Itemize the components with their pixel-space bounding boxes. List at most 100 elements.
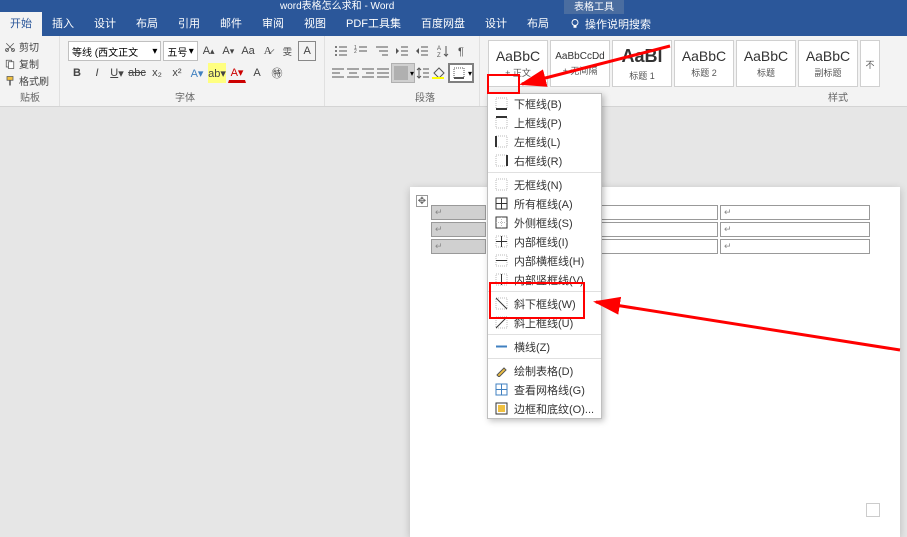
indent-dec-button[interactable]	[392, 41, 411, 61]
border-menu-inside-h[interactable]: 内部横框线(H)	[488, 251, 601, 270]
border-menu-inside-v[interactable]: 内部竖框线(V)	[488, 270, 601, 289]
svg-text:Z: Z	[437, 53, 441, 58]
ribbon: 剪切 复制 格式刷 贴板 等线 (西文正文▾ 五号▾ A▴ A▾ Aa A̷ 雯…	[0, 36, 907, 107]
tab-review[interactable]: 审阅	[252, 12, 294, 36]
phonetic-button[interactable]: 雯	[279, 41, 297, 61]
change-case-button[interactable]: Aa	[239, 41, 257, 61]
border-menu-grid[interactable]: 查看网格线(G)	[488, 380, 601, 399]
all-icon	[494, 197, 508, 211]
align-right-button[interactable]	[361, 63, 375, 83]
multilevel-button[interactable]	[372, 41, 391, 61]
tell-me-search[interactable]: 操作说明搜索	[559, 16, 651, 32]
numbering-button[interactable]: 12	[351, 41, 370, 61]
shading-button[interactable]: ▾	[391, 63, 415, 83]
style-heading1[interactable]: AaBl标题 1	[612, 40, 672, 87]
shading-color-button[interactable]	[431, 63, 445, 83]
sort-button[interactable]: AZ	[433, 41, 452, 61]
tab-home[interactable]: 开始	[0, 12, 42, 36]
char-shading-button[interactable]: A	[248, 63, 266, 83]
top-icon	[494, 116, 508, 130]
italic-button[interactable]: I	[88, 63, 106, 83]
enclose-button[interactable]: ㊕	[268, 63, 286, 83]
border-menu-hline[interactable]: 横线(Z)	[488, 337, 601, 356]
style-heading2[interactable]: AaBbC标题 2	[674, 40, 734, 87]
grid-icon	[494, 383, 508, 397]
table-cell[interactable]: ↵	[431, 222, 486, 237]
svg-text:¶: ¶	[458, 46, 464, 58]
sort-icon: AZ	[436, 44, 450, 58]
copy-button[interactable]: 复制	[4, 55, 55, 72]
strike-button[interactable]: abc	[128, 63, 146, 83]
border-menu-draw[interactable]: 绘制表格(D)	[488, 361, 601, 380]
underline-button[interactable]: U▾	[108, 63, 126, 83]
align-center-button[interactable]	[346, 63, 360, 83]
tab-baidu[interactable]: 百度网盘	[411, 12, 475, 36]
para-marker-icon	[866, 503, 880, 517]
cut-button[interactable]: 剪切	[4, 38, 55, 55]
diag-down-icon	[494, 297, 508, 311]
shading-icon	[494, 402, 508, 416]
border-menu-all[interactable]: 所有框线(A)	[488, 194, 601, 213]
tab-pdf[interactable]: PDF工具集	[336, 12, 411, 36]
hline-icon	[494, 340, 508, 354]
tab-design[interactable]: 设计	[84, 12, 126, 36]
format-painter-button[interactable]: 格式刷	[4, 72, 55, 89]
table-move-handle[interactable]: ✥	[416, 195, 428, 207]
border-menu-outside[interactable]: 外侧框线(S)	[488, 213, 601, 232]
style-subtitle[interactable]: AaBbC副标题	[798, 40, 858, 87]
superscript-button[interactable]: x²	[168, 63, 186, 83]
borders-dropdown-button[interactable]: ▾	[448, 63, 474, 83]
indent-inc-button[interactable]	[413, 41, 432, 61]
border-menu-left[interactable]: 左框线(L)	[488, 132, 601, 151]
char-border-button[interactable]: A	[298, 41, 316, 61]
show-marks-button[interactable]: ¶	[454, 41, 473, 61]
font-color-button[interactable]: A▾	[228, 63, 246, 83]
paragraph-group: 12 AZ ¶ ▾ ▾	[325, 36, 480, 106]
subscript-button[interactable]: x₂	[148, 63, 166, 83]
bold-button[interactable]: B	[68, 63, 86, 83]
border-menu-diag-down[interactable]: 斜下框线(W)	[488, 294, 601, 313]
border-menu-diag-up[interactable]: 斜上框线(U)	[488, 313, 601, 332]
table-cell[interactable]: ↵	[431, 205, 486, 220]
shrink-font-button[interactable]: A▾	[220, 41, 238, 61]
bucket-icon	[431, 66, 445, 80]
inside-h-icon	[494, 254, 508, 268]
border-icon	[452, 66, 466, 80]
tab-view[interactable]: 视图	[294, 12, 336, 36]
style-more[interactable]: 不	[860, 40, 880, 87]
clear-format-button[interactable]: A̷	[259, 41, 277, 61]
style-nospacing[interactable]: AaBbCcDd+ 无间隔	[550, 40, 610, 87]
justify-button[interactable]	[376, 63, 390, 83]
tab-table-design[interactable]: 设计	[475, 12, 517, 36]
table-cell[interactable]: ↵	[720, 222, 870, 237]
tab-table-layout[interactable]: 布局	[517, 12, 559, 36]
tab-insert[interactable]: 插入	[42, 12, 84, 36]
table-cell[interactable]: ↵	[431, 239, 486, 254]
align-left-button[interactable]	[331, 63, 345, 83]
line-spacing-button[interactable]	[416, 63, 430, 83]
border-menu-right[interactable]: 右框线(R)	[488, 151, 601, 170]
text-effects-button[interactable]: A▾	[188, 63, 206, 83]
brush-icon	[4, 75, 16, 87]
bullets-button[interactable]	[331, 41, 350, 61]
bottom-icon	[494, 97, 508, 111]
table-cell[interactable]: ↵	[720, 205, 870, 220]
font-name-combo[interactable]: 等线 (西文正文▾	[68, 41, 161, 61]
border-menu-shading[interactable]: 边框和底纹(O)...	[488, 399, 601, 418]
style-title[interactable]: AaBbC标题	[736, 40, 796, 87]
tab-layout[interactable]: 布局	[126, 12, 168, 36]
border-menu-bottom[interactable]: 下框线(B)	[488, 94, 601, 113]
highlight-button[interactable]: ab▾	[208, 63, 226, 83]
shading-swatch	[394, 66, 408, 80]
style-normal[interactable]: AaBbC+ 正文	[488, 40, 548, 87]
tab-mailings[interactable]: 邮件	[210, 12, 252, 36]
bulb-icon	[569, 18, 581, 30]
font-size-combo[interactable]: 五号▾	[163, 41, 197, 61]
table-cell[interactable]: ↵	[720, 239, 870, 254]
tab-references[interactable]: 引用	[168, 12, 210, 36]
grow-font-button[interactable]: A▴	[200, 41, 218, 61]
border-menu-none[interactable]: 无框线(N)	[488, 175, 601, 194]
context-tab-label: 表格工具	[564, 0, 624, 14]
border-menu-top[interactable]: 上框线(P)	[488, 113, 601, 132]
border-menu-inside[interactable]: 内部框线(I)	[488, 232, 601, 251]
